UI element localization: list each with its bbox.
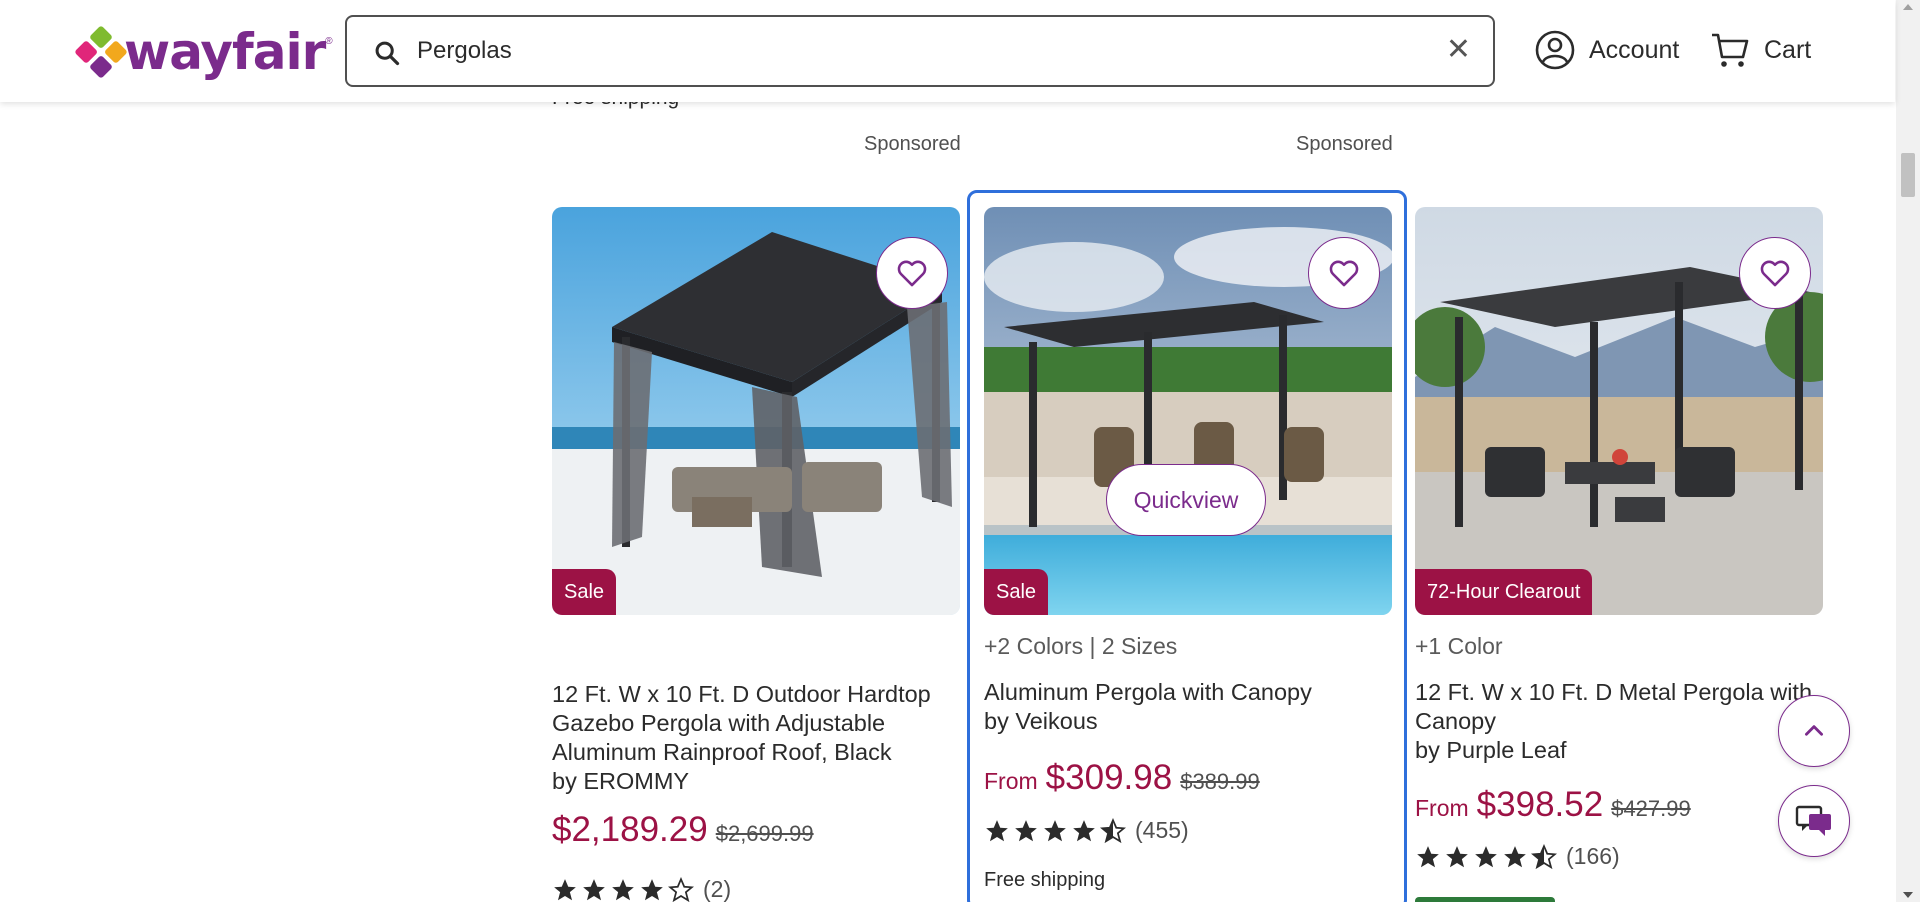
product-rating[interactable]: (2) — [552, 876, 731, 902]
star-icon — [583, 878, 605, 900]
price-row: $2,189.29 $2,699.99 — [552, 810, 814, 850]
scroll-up-arrow-icon[interactable] — [1903, 4, 1913, 10]
product-card[interactable]: Quickview Sale +2 Colors | 2 Sizes Alumi… — [967, 190, 1407, 902]
shipping-info: Free shipping — [984, 869, 1106, 891]
star-icon — [1044, 819, 1066, 841]
cart-icon — [1712, 33, 1749, 67]
logo-text: wayfair — [124, 23, 326, 81]
favorite-button[interactable] — [1308, 237, 1380, 309]
price-prefix: From — [984, 768, 1038, 794]
account-icon — [1535, 30, 1575, 70]
product-brand: by Purple Leaf — [1415, 737, 1567, 763]
chevron-up-icon — [1805, 725, 1823, 736]
review-count: (2) — [703, 876, 732, 902]
scroll-thumb[interactable] — [1901, 153, 1915, 197]
product-price: $398.52 — [1476, 785, 1604, 824]
chat-icon — [1795, 805, 1831, 836]
review-count: (166) — [1566, 843, 1620, 869]
price-row: From $398.52 $427.99 — [1415, 785, 1691, 825]
star-icon — [986, 819, 1008, 841]
star-icon — [612, 878, 634, 900]
logo-mark-icon — [74, 25, 128, 79]
wayfair-logo[interactable]: wayfair ® — [74, 22, 333, 82]
product-variants[interactable]: +1 Color — [1415, 633, 1503, 660]
heart-icon — [1329, 260, 1359, 287]
was-price: $389.99 — [1180, 769, 1260, 794]
product-image[interactable]: 72-Hour Clearout — [1415, 207, 1823, 615]
chat-button[interactable] — [1778, 785, 1850, 857]
star-empty-icon — [668, 876, 694, 902]
star-half-icon — [1531, 843, 1557, 869]
price-prefix: From — [1415, 795, 1469, 821]
close-icon[interactable]: ✕ — [1446, 35, 1471, 65]
product-image[interactable]: Sale — [552, 207, 960, 615]
product-price: $2,189.29 — [552, 810, 708, 849]
favorite-button[interactable] — [876, 237, 948, 309]
product-brand: by Veikous — [984, 708, 1098, 734]
site-header: wayfair ® ✕ Account Ca — [0, 0, 1895, 102]
product-name[interactable]: 12 Ft. W x 10 Ft. D Metal Pergola with C… — [1415, 678, 1825, 765]
sale-badge: Sale — [552, 569, 617, 615]
product-rating[interactable]: (166) — [1415, 843, 1620, 870]
product-image[interactable]: Quickview Sale — [984, 207, 1392, 615]
review-count: (455) — [1135, 817, 1189, 843]
product-card[interactable]: Sale 12 Ft. W x 10 Ft. D Outdoor Hardtop… — [552, 190, 972, 902]
account-label: Account — [1589, 35, 1680, 64]
back-to-top-button[interactable] — [1778, 695, 1850, 767]
heart-icon — [897, 260, 927, 287]
product-name[interactable]: 12 Ft. W x 10 Ft. D Outdoor Hardtop Gaze… — [552, 680, 972, 796]
product-card[interactable]: 72-Hour Clearout +1 Color 12 Ft. W x 10 … — [1415, 190, 1845, 902]
search-input[interactable] — [417, 29, 1397, 73]
search-icon[interactable] — [373, 39, 401, 67]
star-icon — [1446, 845, 1468, 867]
heart-icon — [1760, 260, 1790, 287]
star-rating — [984, 817, 1129, 844]
star-icon — [1073, 819, 1095, 841]
was-price: $2,699.99 — [715, 821, 814, 846]
favorite-button[interactable] — [1739, 237, 1811, 309]
account-button[interactable]: Account — [1535, 30, 1679, 70]
page: wayfair ® ✕ Account Ca — [0, 0, 1920, 902]
was-price: $427.99 — [1611, 796, 1691, 821]
product-price: $309.98 — [1045, 758, 1173, 797]
star-icon — [1504, 845, 1526, 867]
sale-badge: Sale — [984, 569, 1049, 615]
product-brand: by EROMMY — [552, 768, 690, 794]
sponsored-label: Sponsored — [1296, 133, 1393, 155]
cart-label: Cart — [1764, 35, 1812, 64]
star-half-icon — [1100, 817, 1126, 843]
deal-bar — [1415, 897, 1555, 902]
product-rating[interactable]: (455) — [984, 817, 1189, 844]
scroll-down-arrow-icon[interactable] — [1903, 892, 1913, 898]
cart-button[interactable]: Cart — [1710, 30, 1811, 70]
page-scrollbar[interactable] — [1896, 0, 1920, 902]
star-rating — [552, 876, 697, 902]
search-bar[interactable]: ✕ — [345, 15, 1495, 87]
quickview-button[interactable]: Quickview — [1106, 464, 1266, 536]
star-icon — [1015, 819, 1037, 841]
star-icon — [641, 878, 663, 900]
star-icon — [1417, 845, 1439, 867]
clearout-badge: 72-Hour Clearout — [1415, 569, 1593, 615]
product-name[interactable]: Aluminum Pergola with Canopy by Veikous — [984, 678, 1404, 736]
product-variants[interactable]: +2 Colors | 2 Sizes — [984, 633, 1177, 660]
star-icon — [554, 878, 576, 900]
sponsored-label: Sponsored — [864, 133, 961, 155]
star-rating — [1415, 843, 1560, 870]
star-icon — [1475, 845, 1497, 867]
price-row: From $309.98 $389.99 — [984, 758, 1260, 798]
